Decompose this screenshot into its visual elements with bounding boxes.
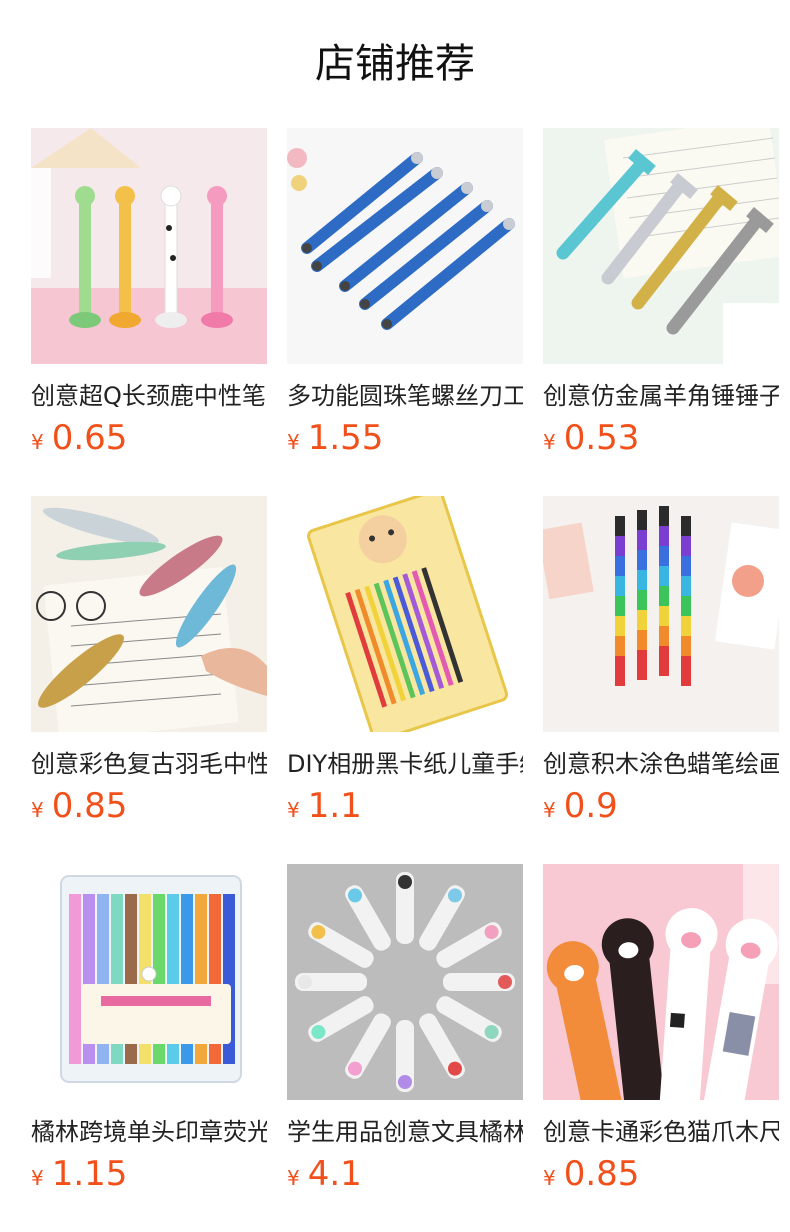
product-price: ¥1.15 [31,1152,127,1196]
price-value: 0.85 [563,1154,640,1194]
product-card[interactable]: 创意彩色复古羽毛中性笔 ¥0.85 [31,496,267,864]
product-price: ¥0.53 [543,416,639,460]
product-image-giraffe-pens[interactable] [31,128,267,364]
price-value: 0.85 [51,786,128,826]
product-card[interactable]: 多功能圆珠笔螺丝刀工具笔 ¥1.55 [287,128,523,496]
price-value: 1.1 [307,786,362,826]
product-card[interactable]: 创意积木涂色蜡笔绘画笔 ¥0.9 [543,496,779,864]
product-name[interactable]: 橘林跨境单头印章荧光笔 [31,1116,267,1148]
product-card[interactable]: 创意仿金属羊角锤锤子笔 ¥0.53 [543,128,779,496]
product-price: ¥1.55 [287,416,383,460]
price-value: 0.53 [563,418,640,458]
product-card[interactable]: 学生用品创意文具橘林修正带 ¥4.1 [287,864,523,1232]
product-image-cat-paw-rulers[interactable] [543,864,779,1100]
product-card[interactable]: 创意卡通彩色猫爪木尺 ¥0.85 [543,864,779,1232]
product-image-feather-pens[interactable] [31,496,267,732]
currency-symbol: ¥ [543,430,556,454]
product-name[interactable]: 创意积木涂色蜡笔绘画笔 [543,748,779,780]
product-image-tool-pens[interactable] [287,128,523,364]
product-grid: 创意超Q长颈鹿中性笔 ¥0.65 多功能圆珠笔螺丝刀工 ¥ 1.55 创意仿金属… [31,128,779,1232]
product-price: ¥0.9 [543,784,618,828]
currency-symbol: ¥ [31,798,44,822]
currency-symbol: ¥ [543,1166,556,1190]
currency-symbol: ¥ [287,430,300,454]
product-price: ¥0.85 [543,1152,639,1196]
price-value: 0.9 [563,786,618,826]
price-value: 1.15 [51,1154,128,1194]
product-card[interactable]: 橘林跨境单头印章荧光笔 ¥1.15 [31,864,267,1232]
product-image-correction-tapes[interactable] [287,864,523,1100]
product-image-block-crayons[interactable] [543,496,779,732]
currency-symbol: ¥ [287,1166,300,1190]
product-name[interactable]: 创意超Q长颈鹿中性笔 [31,380,267,412]
product-image-hammer-pens[interactable] [543,128,779,364]
price-value: 1.55 [307,418,384,458]
currency-symbol: ¥ [543,798,556,822]
currency-symbol: ¥ [31,1166,44,1190]
product-card[interactable]: DIY相册黑卡纸儿童手绘笔 ¥1.1 [287,496,523,864]
product-image-gel-pen-pack[interactable] [287,496,523,732]
currency-symbol: ¥ [31,430,44,454]
product-name[interactable]: 学生用品创意文具橘林修正带 [287,1116,523,1148]
product-name[interactable]: 创意彩色复古羽毛中性笔 [31,748,267,780]
product-name[interactable]: 创意仿金属羊角锤锤子笔 [543,380,779,412]
product-price: ¥0.65 [31,416,127,460]
product-price: ¥0.85 [31,784,127,828]
product-price: ¥4.1 [287,1152,362,1196]
price-value: 0.65 [51,418,128,458]
price-value: 4.1 [307,1154,362,1194]
product-price: ¥1.1 [287,784,362,828]
product-image-stamp-highlighters[interactable] [31,864,267,1100]
product-name[interactable]: 创意卡通彩色猫爪木尺 [543,1116,779,1148]
currency-symbol: ¥ [287,798,300,822]
product-name[interactable]: DIY相册黑卡纸儿童手绘笔 [287,748,523,780]
product-card[interactable]: 创意超Q长颈鹿中性笔 ¥0.65 [31,128,267,496]
page-title: 店铺推荐 [315,41,475,87]
product-name[interactable]: 多功能圆珠笔螺丝刀工具笔 [287,380,523,412]
